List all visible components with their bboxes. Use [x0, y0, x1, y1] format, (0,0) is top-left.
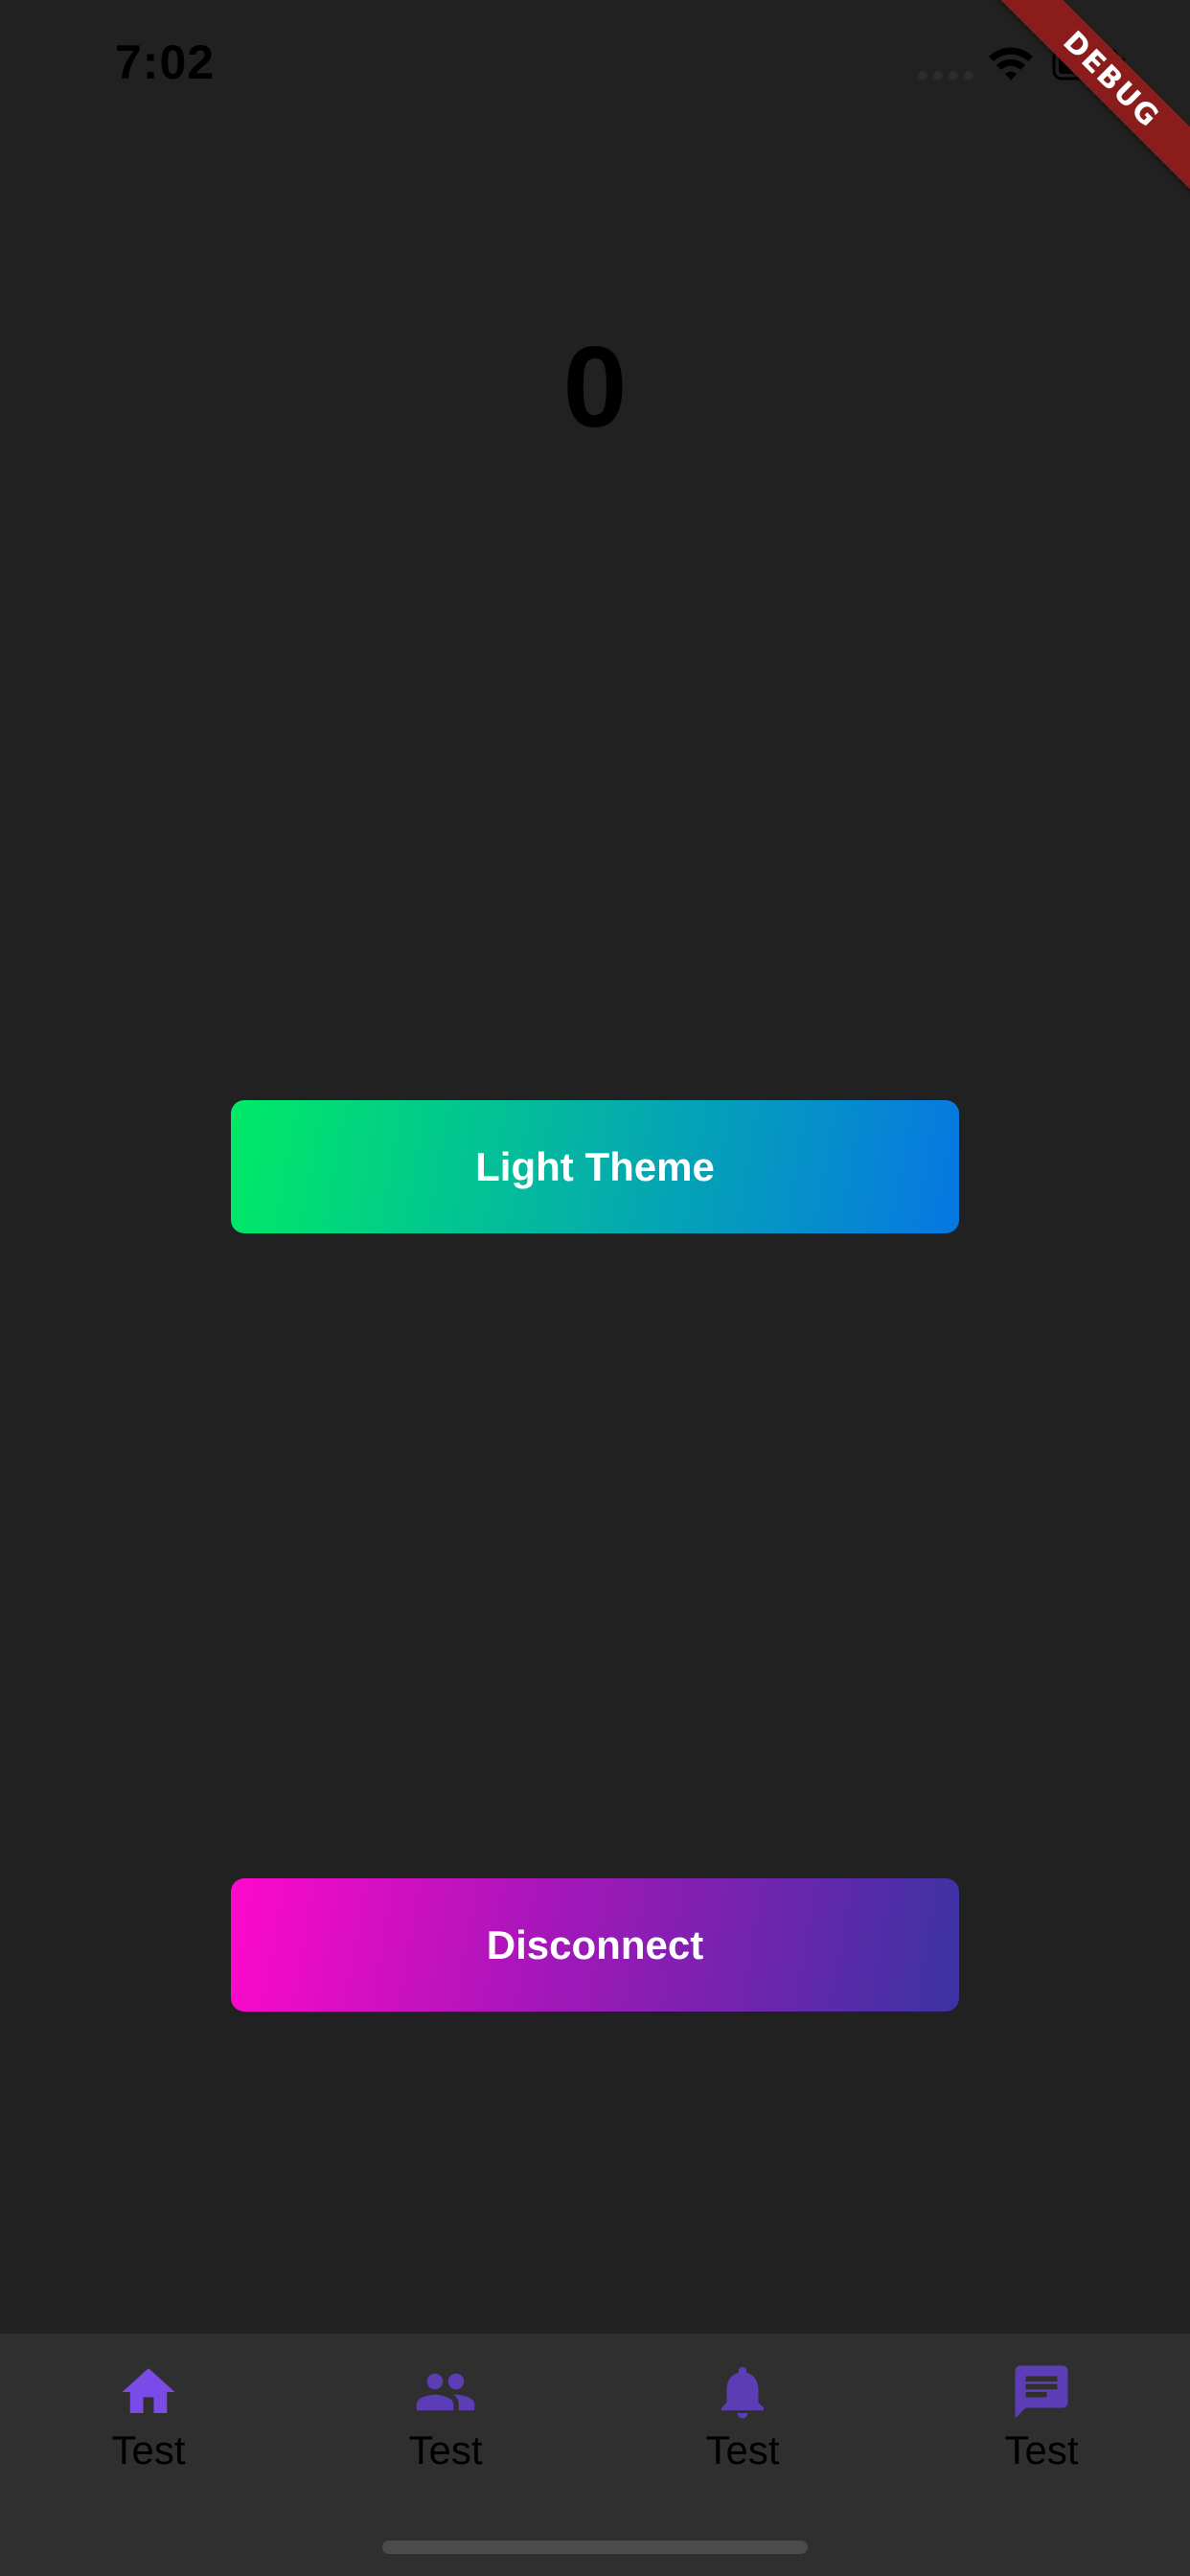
- nav-item-label: Test: [111, 2427, 186, 2472]
- app-screen: 7:02 DEBUG 0 Light Theme Disconnect Test: [0, 0, 1190, 2576]
- nav-item-label: Test: [1004, 2427, 1079, 2472]
- people-icon: [416, 2373, 475, 2411]
- nav-item-label: Test: [408, 2427, 483, 2472]
- nav-item-messages[interactable]: Test: [893, 2334, 1190, 2506]
- disconnect-button-label: Disconnect: [486, 1921, 704, 1967]
- nav-item-home[interactable]: Test: [0, 2334, 297, 2506]
- disconnect-button[interactable]: Disconnect: [231, 1878, 959, 2012]
- chat-icon: [1015, 2365, 1068, 2419]
- nav-item-people[interactable]: Test: [297, 2334, 594, 2506]
- home-indicator: [382, 2541, 808, 2554]
- home-icon: [122, 2368, 175, 2413]
- nav-item-label: Test: [705, 2427, 780, 2472]
- debug-banner: DEBUG: [987, 0, 1190, 204]
- nav-item-notifications[interactable]: Test: [594, 2334, 891, 2506]
- light-theme-button-label: Light Theme: [475, 1143, 715, 1189]
- status-time: 7:02: [115, 35, 216, 89]
- light-theme-button[interactable]: Light Theme: [231, 1100, 959, 1233]
- wifi-icon: [989, 47, 1033, 80]
- bell-icon: [721, 2366, 764, 2419]
- signal-icon: [918, 71, 973, 80]
- counter-value: 0: [562, 323, 628, 451]
